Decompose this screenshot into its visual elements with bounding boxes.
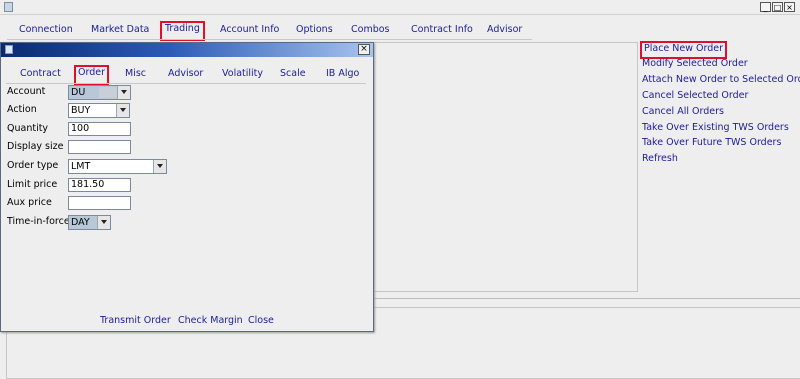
order-dialog: × Contract Order Misc Advisor Volatility… (0, 42, 374, 332)
order-type-value: LMT (71, 161, 91, 172)
aux-price-input[interactable] (68, 196, 131, 210)
aux-price-label: Aux price (7, 197, 52, 208)
account-label: Account (7, 86, 46, 97)
take-over-existing-tws-orders-link[interactable]: Take Over Existing TWS Orders (642, 121, 789, 135)
time-in-force-dropdown-icon[interactable] (97, 216, 110, 229)
limit-price-input[interactable]: 181.50 (68, 178, 131, 192)
quantity-input[interactable]: 100 (68, 122, 131, 136)
minimize-button[interactable]: _ (760, 2, 771, 12)
account-value: DU (71, 87, 86, 98)
display-size-label: Display size (7, 141, 64, 152)
order-type-dropdown-icon[interactable] (153, 160, 166, 173)
dialog-tab-order[interactable]: Order (74, 65, 109, 85)
quantity-label: Quantity (7, 123, 49, 134)
close-window-button[interactable]: × (784, 2, 795, 12)
tab-connection[interactable]: Connection (16, 22, 76, 38)
action-dropdown-icon[interactable] (116, 104, 129, 117)
tab-combos[interactable]: Combos (348, 22, 393, 38)
tab-trading[interactable]: Trading (160, 21, 205, 41)
order-type-label: Order type (7, 160, 59, 171)
refresh-link[interactable]: Refresh (642, 152, 678, 166)
action-value: BUY (71, 105, 91, 116)
order-type-combo[interactable]: LMT (68, 159, 167, 174)
tab-contract-info[interactable]: Contract Info (408, 22, 476, 38)
tab-advisor[interactable]: Advisor (484, 22, 525, 38)
account-dropdown-icon[interactable] (117, 86, 130, 99)
time-in-force-value: DAY (71, 217, 90, 228)
check-margin-button[interactable]: Check Margin (178, 314, 243, 328)
time-in-force-label: Time-in-force (7, 216, 70, 227)
action-combo[interactable]: BUY (68, 103, 130, 118)
dialog-tab-volatility[interactable]: Volatility (222, 66, 263, 82)
window-titlebar: _ □ × (0, 0, 800, 15)
attach-new-order-link[interactable]: Attach New Order to Selected Order (642, 73, 800, 87)
time-in-force-combo[interactable]: DAY (68, 215, 111, 230)
modify-selected-order-link[interactable]: Modify Selected Order (642, 57, 748, 71)
dialog-tab-ib-algo[interactable]: IB Algo (326, 66, 359, 82)
transmit-order-button[interactable]: Transmit Order (100, 314, 171, 328)
dialog-tab-divider (6, 83, 366, 84)
dialog-titlebar[interactable]: × (1, 43, 373, 57)
dialog-tab-contract[interactable]: Contract (20, 66, 61, 82)
limit-price-label: Limit price (7, 179, 58, 190)
java-app-icon (4, 2, 13, 12)
maximize-button[interactable]: □ (772, 2, 783, 12)
account-combo[interactable]: DU (68, 85, 131, 100)
dialog-close-icon[interactable]: × (358, 44, 370, 55)
tab-options[interactable]: Options (293, 22, 336, 38)
action-label: Action (7, 104, 37, 115)
tab-bar-divider (7, 39, 532, 40)
close-dialog-button[interactable]: Close (248, 314, 274, 328)
dialog-tab-scale[interactable]: Scale (280, 66, 306, 82)
dialog-tab-misc[interactable]: Misc (125, 66, 146, 82)
main-tab-bar: Connection Market Data Trading Account I… (0, 18, 800, 41)
display-size-input[interactable] (68, 140, 131, 154)
take-over-future-tws-orders-link[interactable]: Take Over Future TWS Orders (642, 136, 781, 150)
cancel-selected-order-link[interactable]: Cancel Selected Order (642, 89, 748, 103)
cancel-all-orders-link[interactable]: Cancel All Orders (642, 105, 724, 119)
tab-account-info[interactable]: Account Info (217, 22, 282, 38)
account-redaction (99, 87, 119, 98)
java-dialog-icon (5, 45, 13, 54)
tab-market-data[interactable]: Market Data (88, 22, 152, 38)
dialog-tab-advisor[interactable]: Advisor (168, 66, 203, 82)
